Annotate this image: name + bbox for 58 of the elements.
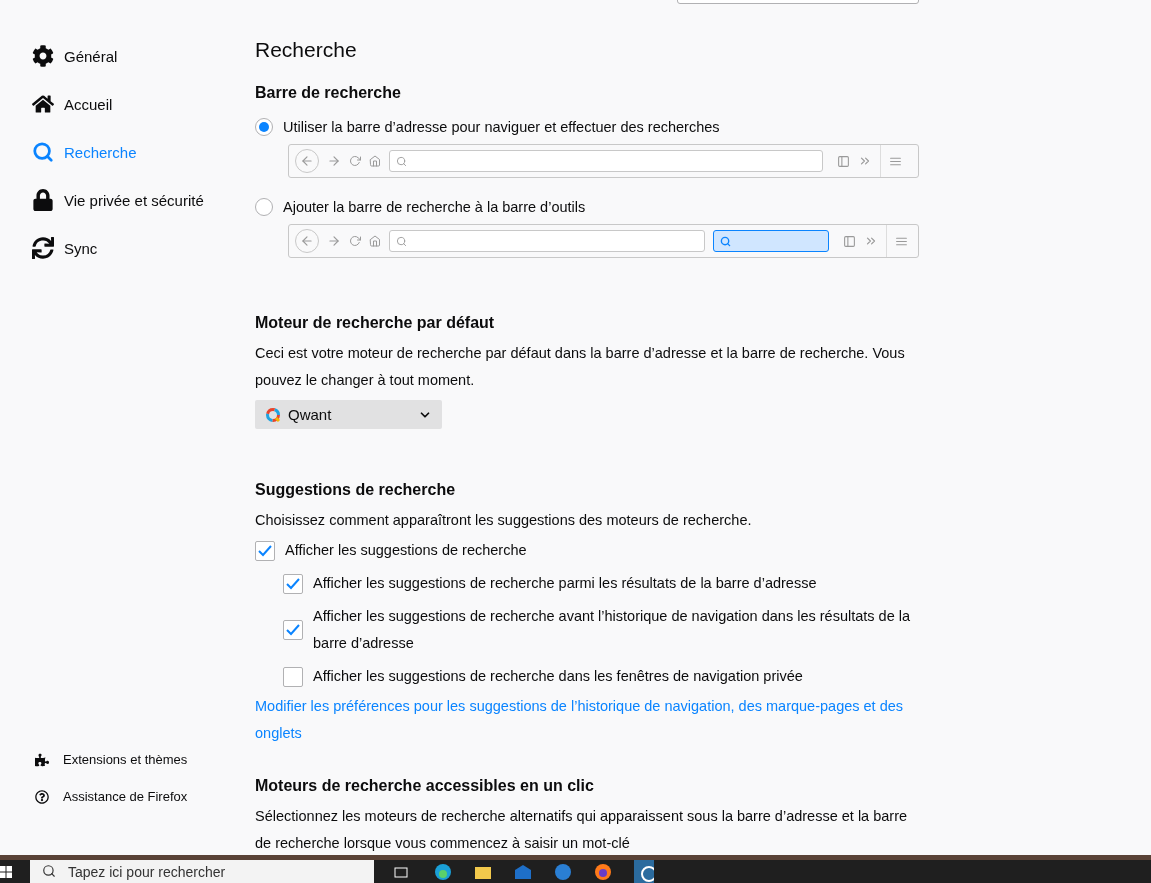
sidebar-link[interactable]: Assistance de Firefox [0,778,255,815]
checkbox-label: Afficher les suggestions de recherche avant l’historique de navigation dans les résultats de la barre d’adresse [313,607,911,653]
section-heading: Moteur de recherche par défaut [255,314,496,332]
engine-dropdown[interactable]: Qwant [255,400,442,429]
checkbox-label: Afficher les suggestions de recherche dans les fenêtres de navigation privée [313,667,803,686]
section-description: Sélectionnez les moteurs de recherche alternatifs qui apparaissent sous la barre d’adresse et la barre de recherche lorsque vous commencez à saisir un mot-clé [255,807,909,853]
checkbox[interactable] [255,540,275,561]
overflow-icon [858,154,872,168]
sidebar-item[interactable]: Vie privée et sécurité [0,176,255,224]
windows-icon[interactable] [0,865,12,878]
section-heading: Suggestions de recherche [255,481,457,499]
home-icon [369,235,381,247]
search-icon [42,864,56,878]
radio-label: Utiliser la barre d’adresse pour naviguer et effectuer des recherches [283,119,720,135]
home-icon [32,93,54,115]
radio-button[interactable] [255,118,273,136]
search-icon [396,155,407,167]
preferences-link[interactable]: Modifier les préférences pour les suggestions de l’historique de navigation, des marque-pages et des onglets [255,693,919,747]
search-icon [396,235,407,247]
gear-icon [32,45,54,67]
page-title: Recherche [255,38,358,62]
sidebar-link[interactable]: Extensions et thèmes [0,741,255,778]
checkbox-label: Afficher les suggestions de recherche parmi les résultats de la barre d’adresse [313,574,817,593]
forward-icon [327,234,341,248]
search-icon [32,141,54,163]
edge-icon[interactable] [434,862,452,881]
help-icon [35,789,49,804]
checkbox[interactable] [283,573,303,594]
mail-icon[interactable] [514,863,532,880]
store-icon[interactable] [554,862,572,881]
overflow-icon [864,234,878,248]
sidebar-item[interactable]: Général [0,32,255,80]
checkbox[interactable] [283,620,303,640]
puzzle-icon [35,752,49,767]
sidebar-item[interactable]: Sync [0,224,255,272]
radio-button[interactable] [255,198,273,216]
home-icon [369,155,381,167]
forward-icon [327,154,341,168]
app-icon[interactable] [634,860,654,883]
section-description: Ceci est votre moteur de recherche par défaut dans la barre d’adresse et la barre de recherche. Vous pouvez le changer à tout moment. [255,344,906,390]
firefox-icon[interactable] [594,862,612,881]
section-heading: Moteurs de recherche accessibles en un clic [255,777,595,795]
sidebar-item[interactable]: Accueil [0,80,255,128]
search-icon [720,235,731,247]
radio-label: Ajouter la barre de recherche à la barre d’outils [283,199,586,215]
engine-logo-icon [265,406,281,423]
reload-icon [349,155,361,167]
reload-icon [349,235,361,247]
sidebar-icon [837,154,850,168]
sync-icon [32,237,54,259]
checkbox[interactable] [283,666,303,687]
section-heading: Barre de recherche [255,84,402,102]
section-description: Choisissez comment apparaîtront les suggestions des moteurs de recherche. [255,511,753,530]
sidebar-icon [843,234,856,248]
task-view-icon[interactable] [394,864,408,879]
checkbox-label: Afficher les suggestions de recherche [285,541,527,560]
taskbar-search-field[interactable]: Tapez ici pour rechercher [30,860,374,883]
lock-icon [32,189,54,211]
